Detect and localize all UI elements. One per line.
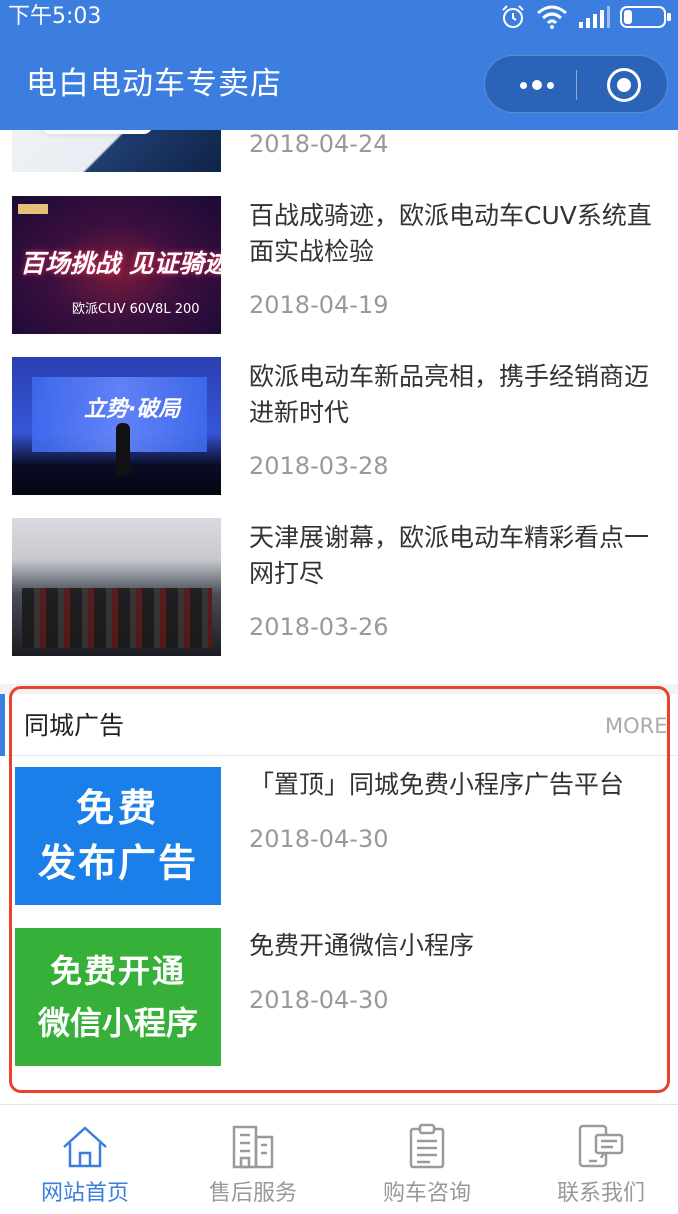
- news-thumbnail: [12, 518, 221, 656]
- tab-label: 购车咨询: [382, 1181, 471, 1206]
- news-item[interactable]: 百场挑战 见证骑迹 欧派CUV 60V8L 200 百战成骑迹，欧派电动车CUV…: [0, 196, 678, 356]
- news-date: 2018-03-26: [249, 613, 389, 641]
- news-thumbnail: 百场挑战 见证骑迹 欧派CUV 60V8L 200: [12, 196, 221, 334]
- ad-thumb-line2: 微信小程序: [37, 1004, 198, 1042]
- more-link[interactable]: MORE: [605, 712, 668, 740]
- clipboard-icon: [409, 1123, 445, 1169]
- status-time: 下午5:03: [8, 4, 102, 29]
- tab-home[interactable]: 网站首页: [0, 1105, 170, 1214]
- battery-icon: [620, 6, 671, 28]
- thumb-subcaption: 欧派CUV 60V8L 200: [72, 302, 200, 317]
- tab-bar: 网站首页 售后服务 购车咨询 联系我们: [0, 1104, 678, 1214]
- news-item[interactable]: 天津展谢幕，欧派电动车精彩看点一网打尽 2018-03-26: [0, 518, 678, 678]
- page-title: 电白电动车专卖店: [26, 66, 282, 102]
- news-date: 2018-04-24: [249, 130, 389, 158]
- home-icon: [63, 1126, 107, 1168]
- tab-contact[interactable]: 联系我们: [516, 1105, 678, 1214]
- news-date: 2018-04-19: [249, 291, 389, 319]
- more-icon[interactable]: [507, 56, 567, 114]
- ad-date: 2018-04-30: [249, 825, 389, 853]
- ad-item[interactable]: 免费 发布广告 「置顶」同城免费小程序广告平台 2018-04-30: [0, 767, 678, 907]
- tab-label: 网站首页: [40, 1181, 129, 1206]
- nav-header: 下午5:03 电白电动车专卖店: [0, 0, 678, 130]
- ad-title: 「置顶」同城免费小程序广告平台: [249, 770, 625, 799]
- ad-thumb-line1: 免费: [75, 786, 160, 830]
- tab-label: 联系我们: [556, 1181, 645, 1206]
- building-icon: [232, 1125, 274, 1169]
- alarm-icon: [502, 5, 524, 28]
- news-title: 百战成骑迹，欧派电动车CUV系统直面实战检验: [249, 201, 652, 266]
- ad-thumbnail: 免费 发布广告: [15, 767, 221, 905]
- tab-label: 售后服务: [208, 1181, 297, 1206]
- tab-purchase-consult[interactable]: 购车咨询: [342, 1105, 512, 1214]
- ad-thumb-line1: 免费开通: [49, 952, 186, 990]
- news-date: 2018-03-28: [249, 452, 389, 480]
- wifi-icon: [537, 5, 567, 29]
- section-title: 同城广告: [24, 711, 125, 740]
- miniprogram-capsule[interactable]: [484, 55, 668, 113]
- tab-after-sales[interactable]: 售后服务: [168, 1105, 338, 1214]
- phone-chat-icon: [578, 1124, 624, 1168]
- section-accent-bar: [0, 694, 5, 756]
- section-header: 同城广告 MORE: [0, 694, 678, 756]
- news-thumbnail: 立势·破局: [12, 357, 221, 495]
- ad-item[interactable]: 免费开通 微信小程序 免费开通微信小程序 2018-04-30: [0, 928, 678, 1068]
- section-divider: [0, 684, 678, 694]
- status-bar: 下午5:03: [0, 0, 678, 34]
- news-item[interactable]: 立势·破局 欧派电动车新品亮相，携手经销商迈进新时代 2018-03-28: [0, 357, 678, 517]
- status-icons: [500, 3, 672, 31]
- thumb-caption: 立势·破局: [84, 397, 181, 422]
- signal-icon: [579, 6, 610, 28]
- ad-title: 免费开通微信小程序: [249, 931, 475, 960]
- news-title: 欧派电动车新品亮相，携手经销商迈进新时代: [249, 362, 650, 427]
- thumb-caption: 百场挑战 见证骑迹: [20, 249, 221, 278]
- news-title: 天津展谢幕，欧派电动车精彩看点一网打尽: [249, 523, 650, 588]
- ad-thumb-line2: 发布广告: [37, 841, 198, 885]
- capsule-divider: [576, 70, 577, 100]
- close-target-icon[interactable]: [607, 68, 641, 102]
- ad-date: 2018-04-30: [249, 986, 389, 1014]
- ad-thumbnail: 免费开通 微信小程序: [15, 928, 221, 1066]
